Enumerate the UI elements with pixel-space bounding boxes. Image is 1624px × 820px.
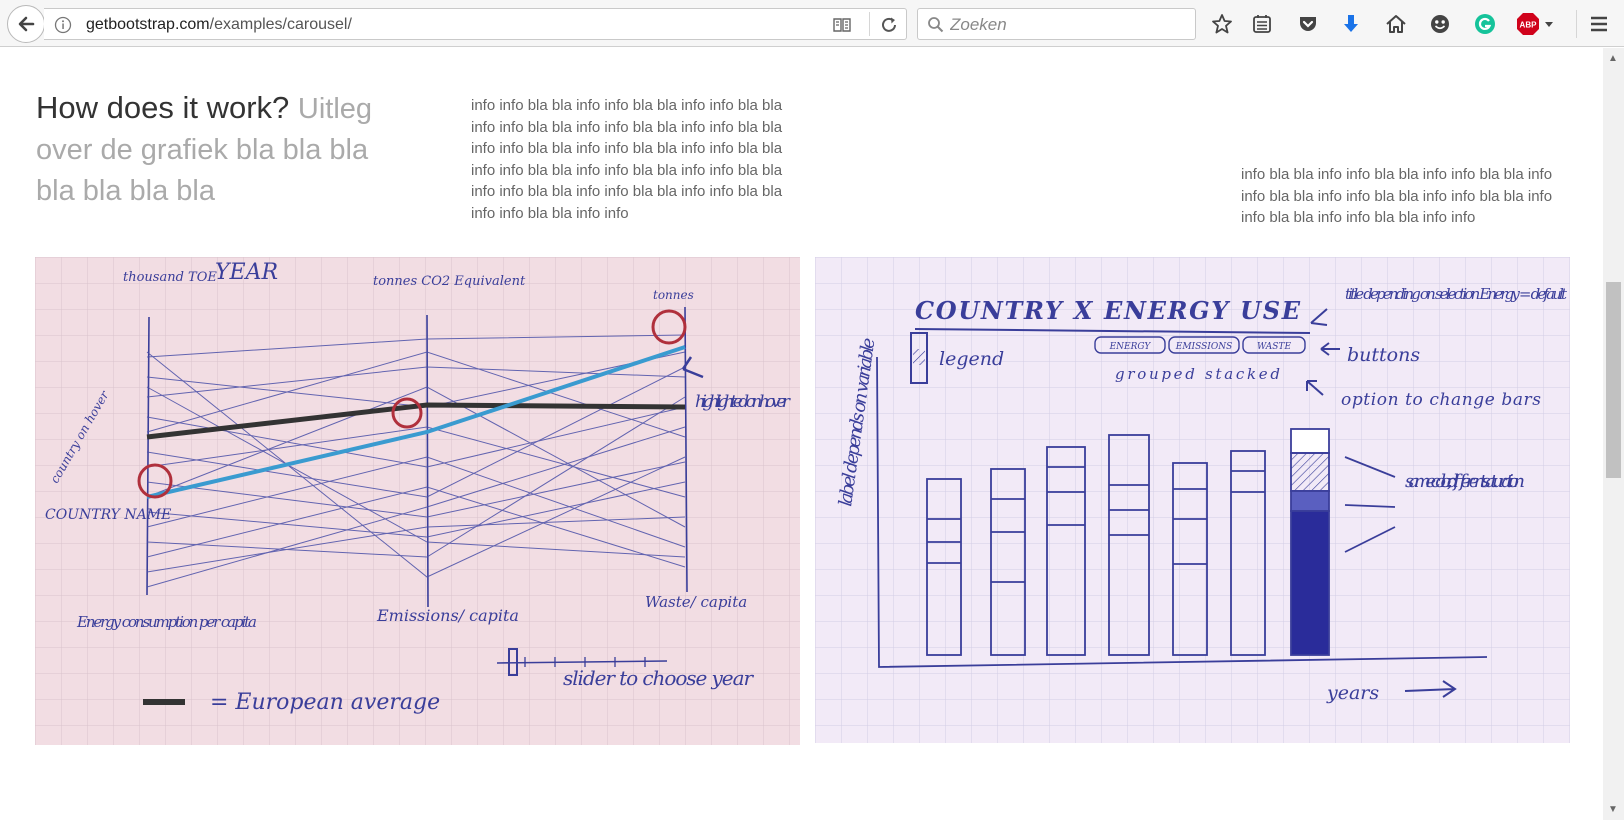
legend-label: legend [939,348,1004,370]
color-note: same color, different saturation [1405,471,1525,492]
axis1-unit-label: thousand TOE [123,270,217,285]
title-note: title depending on selection Energy = de… [1345,285,1568,303]
menu-icon[interactable] [1587,12,1611,36]
sketch-parallel-coordinates: thousand TOE YEAR tonnes CO2 Equivalent … [35,257,800,745]
site-info-icon[interactable] [54,16,72,34]
download-icon[interactable] [1339,12,1363,36]
url-path: /examples/carousel/ [209,16,352,33]
heading-main: How does it work? [36,90,290,125]
country-name-label: COUNTRY NAME [45,507,171,523]
reading-list-icon[interactable] [1250,12,1274,36]
button-energy: ENERGY [1109,342,1152,352]
legend-label: = European average [210,690,440,715]
adblock-label: ABP [1520,21,1538,30]
button-emissions: EMISSIONS [1175,342,1233,352]
info-text-right: info bla bla info info bla bla info info… [1241,166,1553,227]
slider-label: slider to choose year [563,666,754,690]
year-label: YEAR [215,260,278,285]
chart-title: COUNTRY X ENERGY USE [915,296,1301,325]
pocket-icon[interactable] [1296,12,1320,36]
toolbar-divider [1576,10,1577,38]
url-host: getbootstrap.com [86,16,210,33]
reload-icon[interactable] [879,15,899,35]
options-note: option to change bars [1341,390,1541,410]
sketch-bar-chart: COUNTRY X ENERGY USE title depending on … [815,257,1570,743]
bar-chart-drawing: COUNTRY X ENERGY USE title depending on … [815,257,1570,743]
saturation-bar [1290,428,1330,656]
x-axis-label: years [1326,682,1379,704]
parallel-coordinates-drawing: thousand TOE YEAR tonnes CO2 Equivalent … [35,257,800,745]
emoji-icon[interactable] [1428,12,1452,36]
browser-toolbar: getbootstrap.com/examples/carousel/ Zoek… [0,0,1624,47]
reader-view-icon[interactable] [832,16,852,34]
home-icon[interactable] [1384,12,1408,36]
grammarly-icon[interactable] [1473,12,1497,36]
axis2-label: Emissions/ capita [376,606,519,625]
scroll-down-arrow-icon[interactable]: ▼ [1608,804,1618,815]
scrollbar-thumb[interactable] [1606,282,1621,478]
url-bar[interactable]: getbootstrap.com/examples/carousel/ [44,8,907,40]
button-waste: WASTE [1257,342,1291,352]
bar-options: grouped stacked [1115,365,1280,383]
axis3-label: Waste/ capita [645,593,747,611]
info-text-left: info info bla bla info info bla bla info… [471,97,783,222]
axis3-unit-label: tonnes [653,288,694,302]
search-icon [928,17,944,33]
axis2-unit-label: tonnes CO2 Equivalent [373,274,526,289]
adblock-icon[interactable]: ABP [1516,12,1556,36]
url-text[interactable]: getbootstrap.com/examples/carousel/ [86,16,352,34]
url-divider [869,12,870,36]
highlighted-label: highlighted on hover [695,392,791,412]
page-content: How does it work? Uitleg over de grafiek… [0,48,1603,820]
axis1-label: Energy consumption per capita [76,613,257,631]
buttons-note: buttons [1347,344,1420,366]
back-button[interactable] [7,5,45,43]
section-heading: How does it work? Uitleg over de grafiek… [36,88,406,211]
back-arrow-icon [18,16,35,32]
scroll-up-arrow-icon[interactable]: ▲ [1608,53,1618,64]
search-bar[interactable] [917,8,1196,40]
search-input[interactable] [950,14,1190,36]
bookmark-star-icon[interactable] [1210,12,1234,36]
vertical-scrollbar[interactable]: ▲ ▼ [1603,48,1624,820]
